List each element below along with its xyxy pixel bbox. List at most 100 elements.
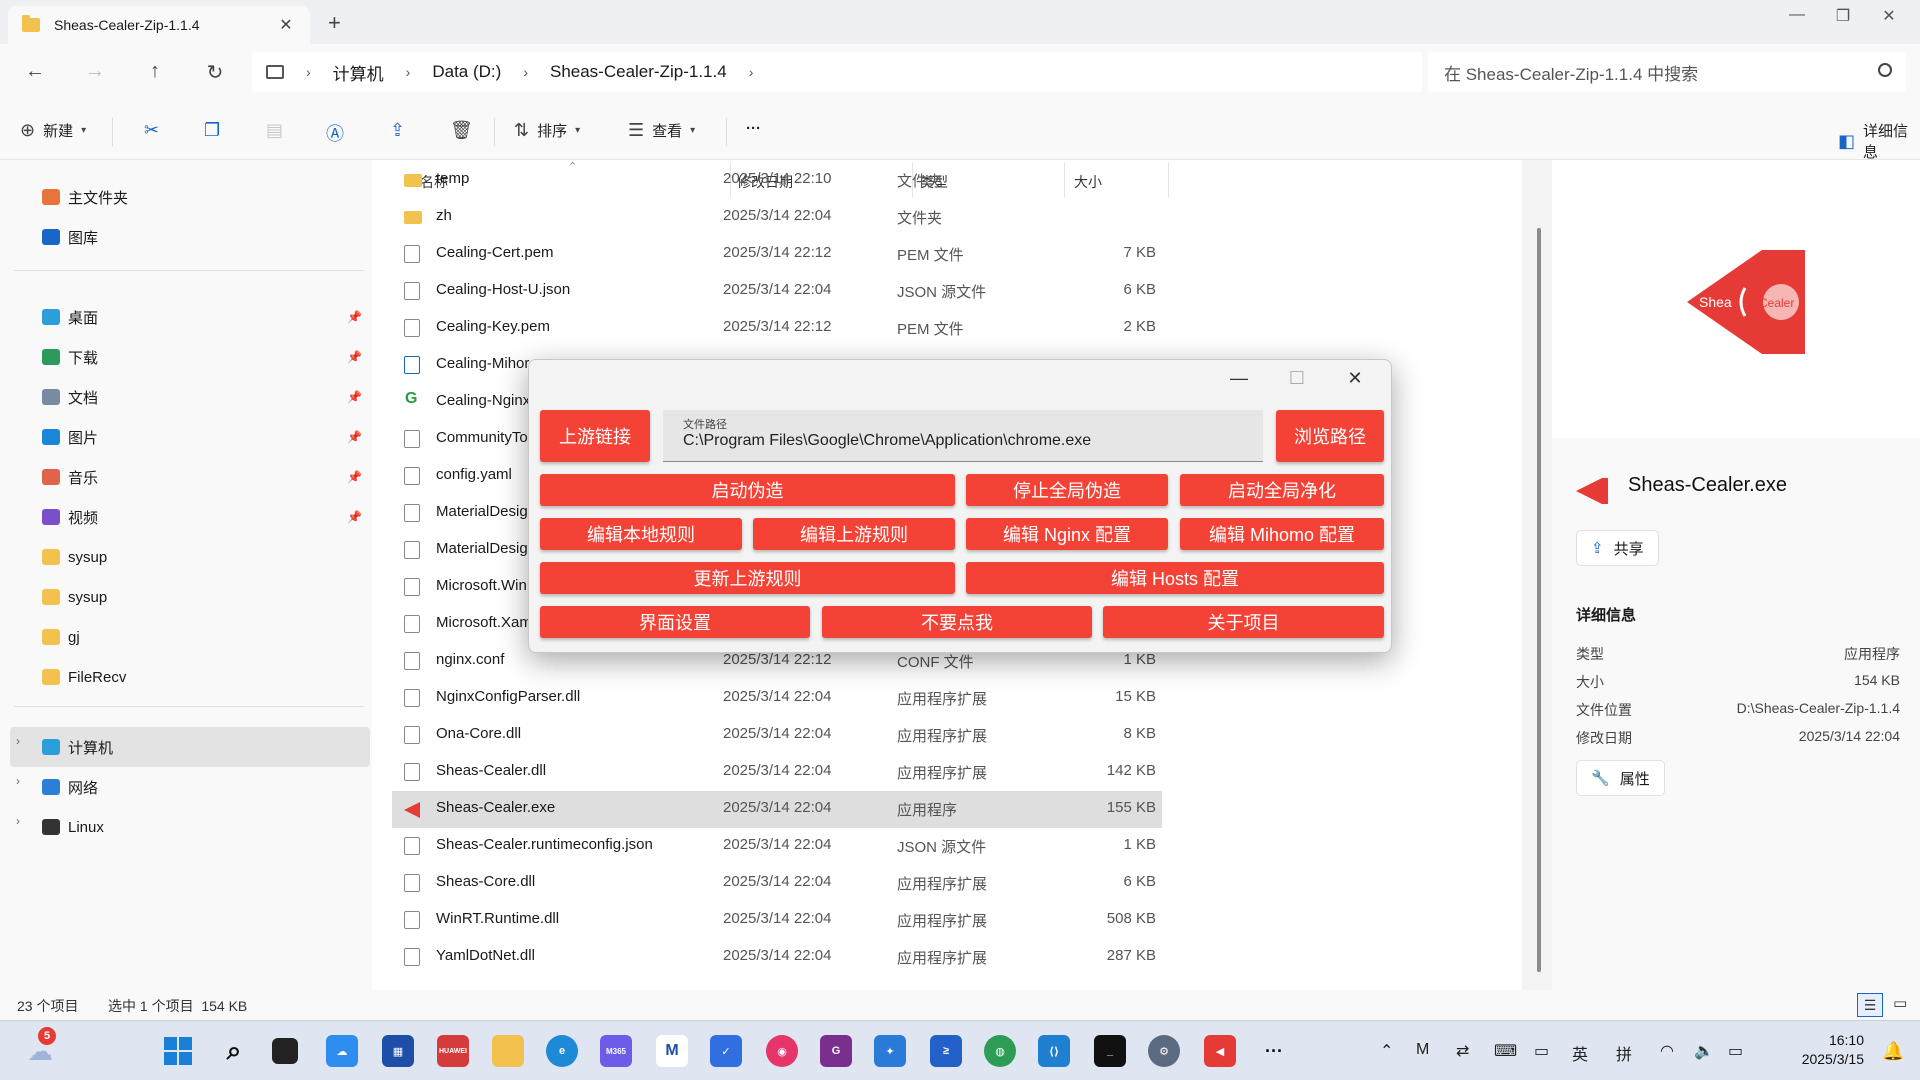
cut-button[interactable]: ✂ <box>144 120 159 141</box>
sidebar-item-pinned[interactable]: 音乐 📌 <box>42 464 362 490</box>
chevron-right-icon[interactable]: › <box>16 774 20 788</box>
file-row[interactable]: Sheas-Cealer.exe 2025/3/14 22:04 应用程序 155 K… <box>392 791 1162 828</box>
pin-icon[interactable]: 📌 <box>347 350 362 364</box>
powershell-icon[interactable]: ≥ <box>930 1035 962 1067</box>
sheas-cealer-taskbar-icon[interactable]: ◀ <box>1204 1035 1236 1067</box>
properties-button[interactable]: 🔧 属性 <box>1576 760 1665 796</box>
start-spoof-button[interactable]: 启动伪造 <box>540 474 955 506</box>
up-button[interactable]: ↑ <box>140 60 170 83</box>
file-explorer-icon[interactable] <box>492 1035 524 1067</box>
rename-button[interactable]: Ⓐ <box>326 120 344 146</box>
chevron-right-icon[interactable]: › <box>16 734 20 748</box>
sidebar-item-location[interactable]: 网络 <box>42 774 362 800</box>
path-field[interactable]: 文件路径 C:\Program Files\Google\Chrome\Appl… <box>663 410 1263 462</box>
sidebar-item-pinned[interactable]: sysup <box>42 584 362 610</box>
notes-icon[interactable]: G <box>820 1035 852 1067</box>
stop-global-spoof-button[interactable]: 停止全局伪造 <box>966 474 1168 506</box>
huawei-icon[interactable]: HUAWEI <box>437 1035 469 1067</box>
new-tab-button[interactable]: + <box>328 10 341 36</box>
details-view-button[interactable]: ☰ <box>1857 993 1883 1017</box>
edit-upstream-rules-button[interactable]: 编辑上游规则 <box>753 518 955 550</box>
file-row[interactable]: Cealing-Host-U.json 2025/3/14 22:04 JSON 源… <box>392 273 1162 310</box>
dialog-close-button[interactable]: ✕ <box>1335 368 1375 389</box>
tray-switch-icon[interactable]: ⇄ <box>1456 1041 1469 1061</box>
edge-icon[interactable]: e <box>546 1035 578 1067</box>
paste-button[interactable]: ▤ <box>266 120 283 141</box>
about-project-button[interactable]: 关于项目 <box>1103 606 1384 638</box>
sidebar-item-pinned[interactable]: 图片 📌 <box>42 424 362 450</box>
breadcrumb-drive[interactable]: Data (D:) <box>432 62 501 82</box>
search-taskbar-icon[interactable]: ⌕ <box>218 1035 250 1067</box>
refresh-button[interactable]: ↻ <box>200 60 230 85</box>
wifi-icon[interactable]: ◠ <box>1660 1041 1674 1061</box>
tray-app-icon[interactable]: M <box>1416 1041 1429 1059</box>
weather-widget[interactable]: ☁ 5 <box>24 1027 56 1067</box>
pin-icon[interactable]: 📌 <box>347 390 362 404</box>
share-button[interactable]: ⇪ 共享 <box>1576 530 1659 566</box>
feedback-icon[interactable]: ✓ <box>710 1035 742 1067</box>
sort-button[interactable]: ⇅ 排序 ▾ <box>514 120 580 141</box>
window-icon[interactable]: ▭ <box>1534 1041 1549 1061</box>
pin-icon[interactable]: 📌 <box>347 430 362 444</box>
settings-icon[interactable]: ⚙ <box>1148 1035 1180 1067</box>
task-view-icon[interactable] <box>272 1038 298 1064</box>
file-row[interactable]: Cealing-Cert.pem 2025/3/14 22:12 PEM 文件 7 K… <box>392 236 1162 273</box>
sidebar-item-pinned[interactable]: sysup <box>42 544 362 570</box>
file-row[interactable]: Sheas-Cealer.runtimeconfig.json 2025/3/14… <box>392 828 1162 865</box>
delete-button[interactable]: 🗑 <box>450 120 473 141</box>
battery-icon[interactable]: ▭ <box>1728 1041 1743 1061</box>
more-options-button[interactable]: ··· <box>746 120 761 137</box>
file-row[interactable]: WinRT.Runtime.dll 2025/3/14 22:04 应用程序扩展 50… <box>392 902 1162 939</box>
tiles-view-button[interactable]: ▭ <box>1893 994 1907 1012</box>
edit-local-rules-button[interactable]: 编辑本地规则 <box>540 518 742 550</box>
start-button[interactable] <box>162 1035 194 1067</box>
file-row[interactable]: YamlDotNet.dll 2025/3/14 22:04 应用程序扩展 287 K… <box>392 939 1162 976</box>
details-pane-button[interactable]: ◧ 详细信息 <box>1838 120 1920 162</box>
start-global-clean-button[interactable]: 启动全局净化 <box>1180 474 1384 506</box>
pin-icon[interactable]: 📌 <box>347 470 362 484</box>
sidebar-item-location[interactable]: Linux <box>42 814 362 840</box>
ui-settings-button[interactable]: 界面设置 <box>540 606 810 638</box>
ime-indicator[interactable]: 拼 <box>1616 1041 1632 1065</box>
vertical-scrollbar[interactable] <box>1537 228 1541 972</box>
chevron-right-icon[interactable]: › <box>306 64 311 80</box>
terminal-icon[interactable]: _ <box>1094 1035 1126 1067</box>
file-row[interactable]: zh 2025/3/14 22:04 文件夹 <box>392 199 1162 236</box>
m365-icon[interactable]: M365 <box>600 1035 632 1067</box>
globe-icon[interactable]: ◍ <box>984 1035 1016 1067</box>
vscode-icon[interactable]: ⟨⟩ <box>1038 1035 1070 1067</box>
breadcrumb-folder[interactable]: Sheas-Cealer-Zip-1.1.4 <box>550 62 727 82</box>
dialog-minimize-button[interactable]: — <box>1219 368 1259 389</box>
address-bar[interactable]: › 计算机 › Data (D:) › Sheas-Cealer-Zip-1.1… <box>252 52 1422 92</box>
file-row[interactable]: Sheas-Core.dll 2025/3/14 22:04 应用程序扩展 6 KB <box>392 865 1162 902</box>
chevron-right-icon[interactable]: › <box>16 814 20 828</box>
file-row[interactable]: Sheas-Cealer.dll 2025/3/14 22:04 应用程序扩展 142… <box>392 754 1162 791</box>
sidebar-item-pinned[interactable]: 桌面 📌 <box>42 304 362 330</box>
sidebar-item-pinned[interactable]: 视频 📌 <box>42 504 362 530</box>
pin-icon[interactable]: 📌 <box>347 510 362 524</box>
file-row[interactable]: NginxConfigParser.dll 2025/3/14 22:04 应用程序… <box>392 680 1162 717</box>
view-button[interactable]: ☰ 查看 ▾ <box>628 120 695 141</box>
update-upstream-rules-button[interactable]: 更新上游规则 <box>540 562 955 594</box>
copy-button[interactable]: ❐ <box>204 120 220 141</box>
dont-click-button[interactable]: 不要点我 <box>822 606 1092 638</box>
clock[interactable]: 16:10 2025/3/15 <box>1802 1031 1864 1069</box>
column-divider[interactable] <box>1168 162 1169 198</box>
sidebar-item-home[interactable]: 主文件夹 <box>42 184 362 210</box>
close-window-button[interactable]: ✕ <box>1866 6 1912 26</box>
breadcrumb-computer[interactable]: 计算机 <box>333 60 384 85</box>
sidebar-item-pinned[interactable]: 文档 📌 <box>42 384 362 410</box>
restore-button[interactable]: ❐ <box>1820 6 1866 26</box>
sidebar-item-gallery[interactable]: 图库 <box>42 224 362 250</box>
sidebar-item-pinned[interactable]: gj <box>42 624 362 650</box>
tab-close-button[interactable]: ✕ <box>276 15 296 35</box>
file-row[interactable]: Ona-Core.dll 2025/3/14 22:04 应用程序扩展 8 KB <box>392 717 1162 754</box>
media-icon[interactable]: ◉ <box>766 1035 798 1067</box>
sidebar-item-pinned[interactable]: 下载 📌 <box>42 344 362 370</box>
bell-icon[interactable]: 🔔 <box>1882 1041 1904 1062</box>
edit-mihomo-config-button[interactable]: 编辑 Mihomo 配置 <box>1180 518 1384 550</box>
sidebar-item-location[interactable]: 计算机 <box>42 734 362 760</box>
search-input[interactable]: 在 Sheas-Cealer-Zip-1.1.4 中搜索 <box>1428 52 1906 92</box>
minimize-button[interactable]: — <box>1774 6 1820 24</box>
edit-hosts-config-button[interactable]: 编辑 Hosts 配置 <box>966 562 1384 594</box>
